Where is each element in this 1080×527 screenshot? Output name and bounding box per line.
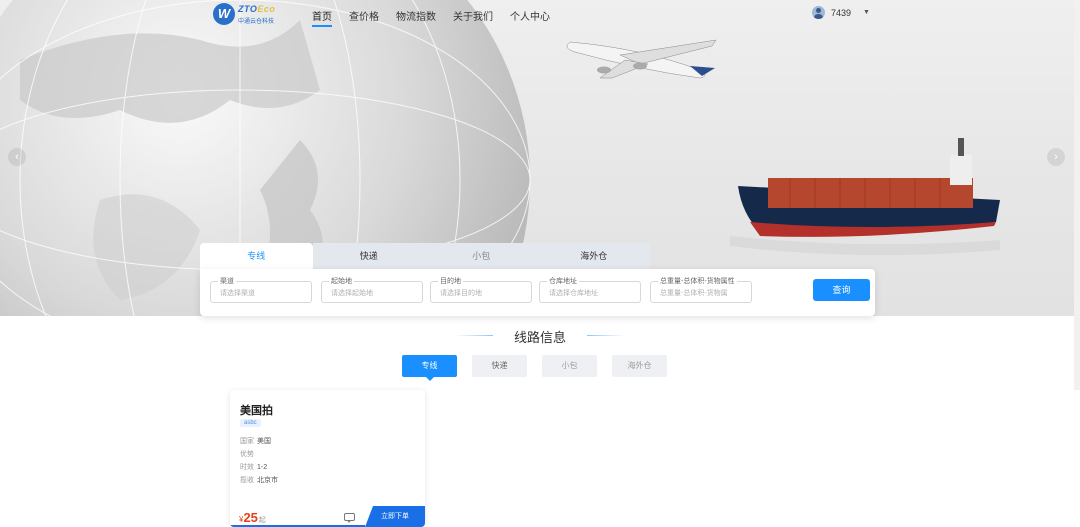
channel-select[interactable]: 渠道 请选择渠道 xyxy=(210,276,312,303)
avatar xyxy=(812,6,825,19)
brand-logo[interactable]: W ZTOEco 中通云仓科技 xyxy=(213,3,283,27)
tab-parcel[interactable]: 小包 xyxy=(425,243,538,269)
cargo-label: 总重量-总体积-货物属性 xyxy=(658,276,737,286)
caret-down-icon: ▼ xyxy=(863,9,870,16)
nav-item-profile[interactable]: 个人中心 xyxy=(510,8,550,23)
destination-select[interactable]: 目的地 请选择目的地 xyxy=(430,276,532,303)
origin-placeholder: 请选择起始地 xyxy=(331,290,373,297)
route-details: 国家 美国 优势 时效 1-2 揽收 北京市 xyxy=(240,435,278,487)
origin-select[interactable]: 起始地 请选择起始地 xyxy=(321,276,423,303)
warehouse-label: 仓库地址 xyxy=(547,276,579,286)
route-card[interactable]: 美国拍 asbc 国家 美国 优势 时效 1-2 揽收 北京市 ¥25起 立即下单 xyxy=(230,390,425,527)
logo-mark: W xyxy=(213,3,235,25)
tab-overseas[interactable]: 海外仓 xyxy=(537,243,650,269)
cargo-placeholder: 总重量-总体积-货物属 xyxy=(660,290,728,297)
search-panel: 专线 快递 小包 海外仓 渠道 请选择渠道 起始地 请选择起始地 目的地 请选择… xyxy=(200,243,875,316)
logo-wordmark: ZTOEco xyxy=(238,4,276,14)
search-form: 渠道 请选择渠道 起始地 请选择起始地 目的地 请选择目的地 仓库地址 请选择仓… xyxy=(200,269,875,316)
route-tab-overseas[interactable]: 海外仓 xyxy=(612,355,667,377)
chat-icon[interactable] xyxy=(344,513,355,523)
nav-links: 首页 查价格 物流指数 关于我们 个人中心 xyxy=(312,8,567,27)
channel-label: 渠道 xyxy=(218,276,236,286)
origin-label: 起始地 xyxy=(329,276,354,286)
section-title: 线路信息 xyxy=(513,330,566,345)
warehouse-placeholder: 请选择仓库地址 xyxy=(549,290,598,297)
destination-label: 目的地 xyxy=(438,276,463,286)
user-name: 7439 xyxy=(831,7,852,18)
top-nav: W ZTOEco 中通云仓科技 首页 查价格 物流指数 关于我们 个人中心 74… xyxy=(0,0,1080,30)
warehouse-select[interactable]: 仓库地址 请选择仓库地址 xyxy=(539,276,641,303)
tab-express[interactable]: 快递 xyxy=(312,243,425,269)
search-tabs: 专线 快递 小包 海外仓 xyxy=(200,243,650,269)
route-pickup-row: 揽收 北京市 xyxy=(240,477,278,484)
user-menu[interactable]: 7439 ▼ xyxy=(812,6,870,19)
tab-dedicated[interactable]: 专线 xyxy=(200,243,313,269)
airplane-illustration xyxy=(566,39,717,79)
cargo-input[interactable]: 总重量-总体积-货物属性 总重量-总体积-货物属 xyxy=(650,276,752,303)
ship-illustration xyxy=(730,138,1000,256)
order-now-button[interactable]: 立即下单 xyxy=(365,506,425,527)
channel-placeholder: 请选择渠道 xyxy=(220,290,255,297)
route-tag: asbc xyxy=(240,419,261,427)
carousel-next-icon[interactable]: › xyxy=(1047,148,1065,166)
destination-placeholder: 请选择目的地 xyxy=(440,290,482,297)
route-country-row: 国家 美国 xyxy=(240,438,271,445)
nav-item-about[interactable]: 关于我们 xyxy=(453,8,493,23)
nav-item-home[interactable]: 首页 xyxy=(312,8,332,27)
route-advantage-row: 优势 xyxy=(240,451,254,458)
carousel-prev-icon[interactable]: ‹ xyxy=(8,148,26,166)
logo-subtitle: 中通云仓科技 xyxy=(238,19,275,25)
heading-divider-right xyxy=(587,335,625,336)
nav-item-index[interactable]: 物流指数 xyxy=(396,8,436,23)
route-tab-parcel[interactable]: 小包 xyxy=(542,355,597,377)
section-heading: 线路信息 xyxy=(455,326,625,345)
route-tab-dedicated[interactable]: 专线 xyxy=(402,355,457,381)
route-transit-row: 时效 1-2 xyxy=(240,464,268,471)
search-button[interactable]: 查询 xyxy=(813,279,870,301)
route-title: 美国拍 xyxy=(240,405,273,417)
route-category-tabs: 专线 快递 小包 海外仓 xyxy=(402,355,682,381)
nav-item-price[interactable]: 查价格 xyxy=(349,8,379,23)
page-scrollbar[interactable] xyxy=(1074,0,1080,390)
route-tab-express[interactable]: 快递 xyxy=(472,355,527,377)
